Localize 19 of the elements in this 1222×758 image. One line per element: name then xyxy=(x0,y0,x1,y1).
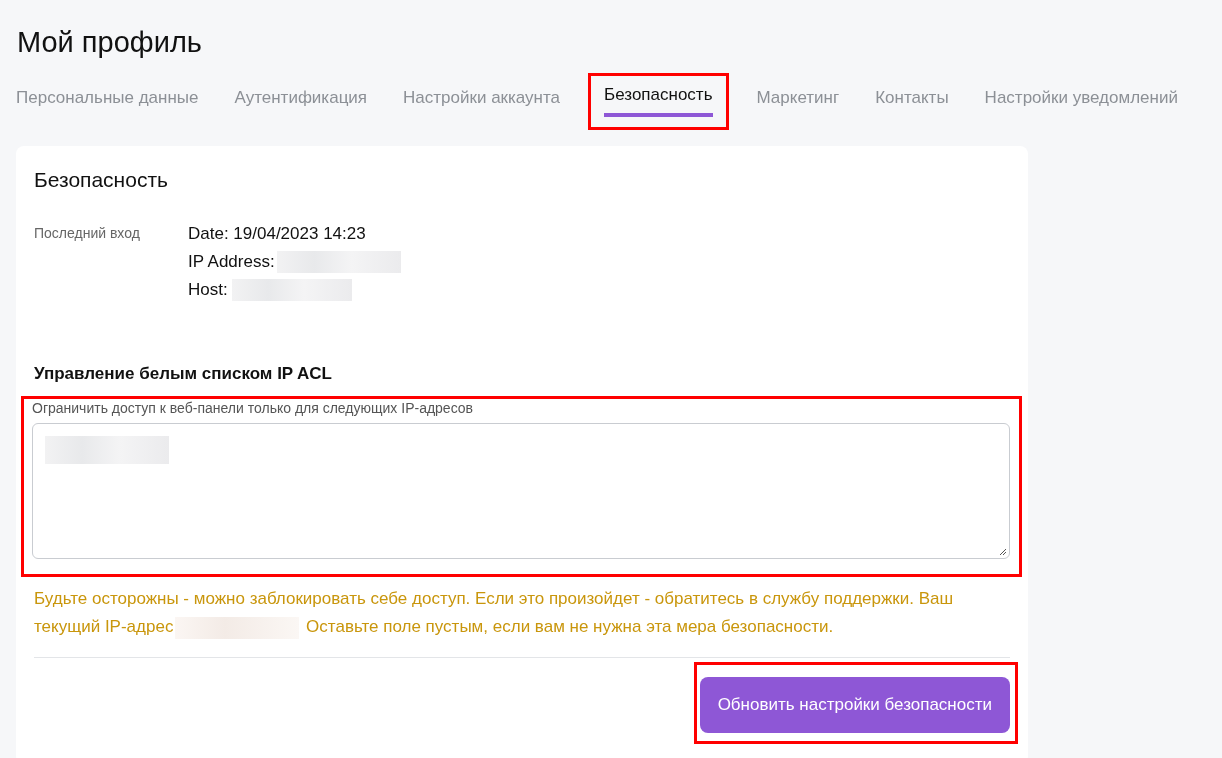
section-subtitle: Управление белым списком IP ACL xyxy=(34,364,333,384)
page-title: Мой профиль xyxy=(17,26,203,59)
tab[interactable]: Контакты xyxy=(875,80,949,120)
resize-grip-icon[interactable] xyxy=(999,548,1007,556)
tab[interactable]: Маркетинг xyxy=(756,80,840,120)
login-detail: Host: xyxy=(188,279,228,301)
tab[interactable]: Настройки уведомлений xyxy=(984,80,1178,120)
field-label: Ограничить доступ к веб-панели только для следующих IP-адресов xyxy=(32,400,475,416)
input-field[interactable] xyxy=(32,423,1010,559)
field-label: Последний вход xyxy=(34,224,141,243)
section-title: Безопасность xyxy=(34,168,169,192)
login-detail: Date: 19/04/2023 14:23 xyxy=(188,223,366,245)
tab[interactable]: Настройки аккаунта xyxy=(403,80,561,120)
update-button[interactable]: Обновить настройки безопасности xyxy=(699,677,1010,733)
tab[interactable]: Безопасность xyxy=(604,77,713,117)
tab[interactable]: Персональные данные xyxy=(16,80,199,120)
tab[interactable]: Аутентификация xyxy=(234,80,368,120)
warning-text: Будьте осторожны - можно заблокировать себе доступ. Если это произойдет - обратитесь в службу поддержки. Ваш текущий IP-адрес Оставьте поле пустым, если вам не нужна эта мера безопасности. xyxy=(34,585,1010,641)
login-detail: IP Address: xyxy=(188,251,275,273)
